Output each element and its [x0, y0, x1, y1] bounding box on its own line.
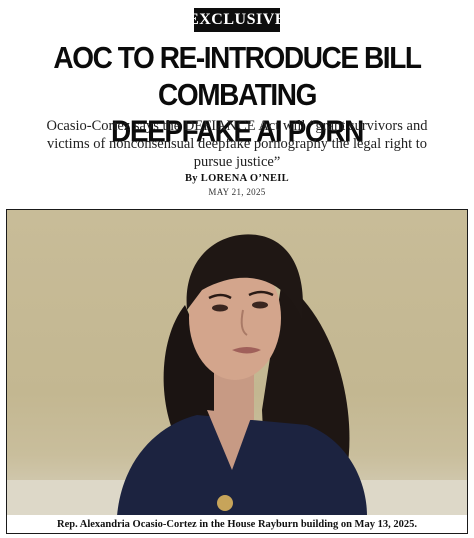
- left-eye: [212, 304, 228, 312]
- right-eye: [252, 301, 268, 309]
- exclusive-badge: EXCLUSIVE: [188, 8, 285, 32]
- article-photo[interactable]: [6, 209, 468, 517]
- headline-line-1: AOC TO RE-INTRODUCE BILL COMBATING: [53, 41, 422, 112]
- portrait-illustration: [7, 234, 467, 516]
- photo-caption: Rep. Alexandria Ocasio-Cortez in the Hou…: [6, 515, 468, 534]
- lapel-pin: [217, 495, 233, 511]
- byline[interactable]: By LORENA O’NEIL: [0, 173, 474, 184]
- publish-date: MAY 21, 2025: [208, 187, 266, 197]
- article-dek: Ocasio-Cortez says the DEFIANCE Act will…: [46, 118, 428, 170]
